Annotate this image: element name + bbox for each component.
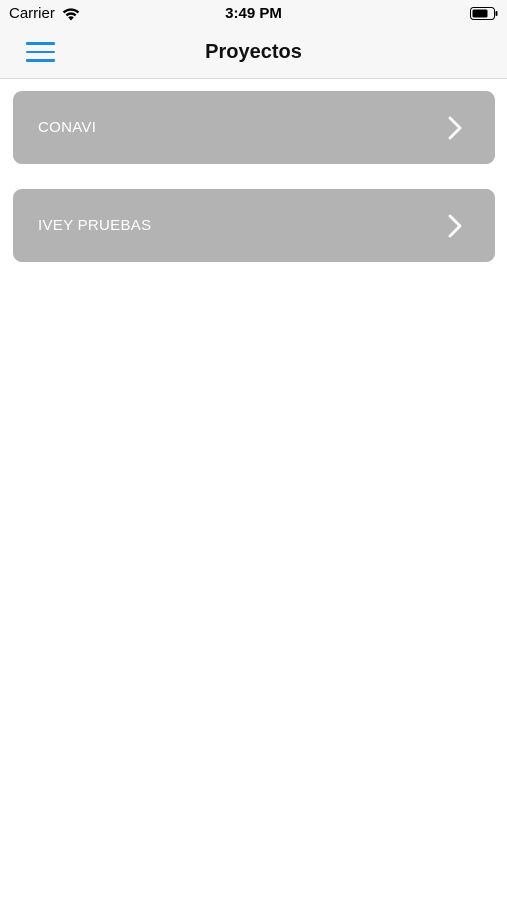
project-name: IVEY PRUEBAS (38, 217, 152, 234)
project-item-conavi[interactable]: CONAVI (13, 91, 495, 164)
project-item-ivey-pruebas[interactable]: IVEY PRUEBAS (13, 189, 495, 262)
project-name: CONAVI (38, 119, 97, 136)
chevron-right-icon (448, 116, 462, 140)
navigation-bar: Proyectos (0, 28, 507, 79)
page-title: Proyectos (205, 41, 302, 63)
status-time: 3:49 PM (225, 5, 282, 22)
status-bar: Carrier 3:49 PM (0, 0, 507, 28)
chevron-right-icon (448, 214, 462, 238)
battery-icon (470, 7, 498, 20)
project-list: CONAVI IVEY PRUEBAS (13, 91, 495, 287)
